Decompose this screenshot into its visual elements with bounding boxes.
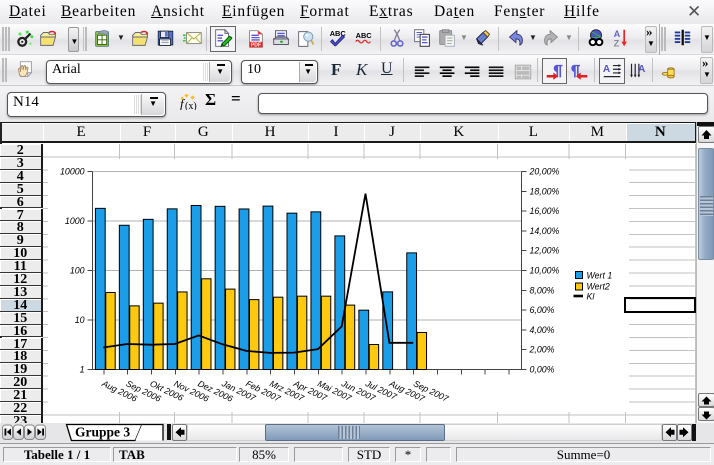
svg-text:2,00%: 2,00% xyxy=(528,344,554,354)
svg-text:A: A xyxy=(603,64,611,75)
svg-text:ABC: ABC xyxy=(356,31,373,40)
svg-text:Kl: Kl xyxy=(586,291,595,301)
svg-text:18,00%: 18,00% xyxy=(529,186,559,196)
svg-text:10,00%: 10,00% xyxy=(529,265,559,275)
svg-text:16,00%: 16,00% xyxy=(529,206,559,216)
svg-text:1: 1 xyxy=(79,364,84,374)
svg-text:20,00%: 20,00% xyxy=(528,166,559,176)
svg-text:100: 100 xyxy=(69,265,84,275)
svg-text:8,00%: 8,00% xyxy=(529,285,554,295)
svg-text:(x): (x) xyxy=(185,101,197,110)
svg-text:10000: 10000 xyxy=(60,166,85,176)
svg-text:12,00%: 12,00% xyxy=(529,245,559,255)
svg-text:Wert 1: Wert 1 xyxy=(586,270,612,280)
svg-text:6,00%: 6,00% xyxy=(529,305,554,315)
svg-text:PDF: PDF xyxy=(251,42,261,48)
svg-text:14,00%: 14,00% xyxy=(529,225,559,235)
svg-text:10: 10 xyxy=(74,315,84,325)
svg-text:4,00%: 4,00% xyxy=(529,324,554,334)
svg-text:Gruppe 3: Gruppe 3 xyxy=(75,425,130,440)
svg-text:Wert2: Wert2 xyxy=(586,281,609,291)
svg-text:A: A xyxy=(638,64,645,75)
svg-text:1000: 1000 xyxy=(64,216,84,226)
svg-text:Z: Z xyxy=(614,38,620,47)
svg-text:0,00%: 0,00% xyxy=(529,364,554,374)
